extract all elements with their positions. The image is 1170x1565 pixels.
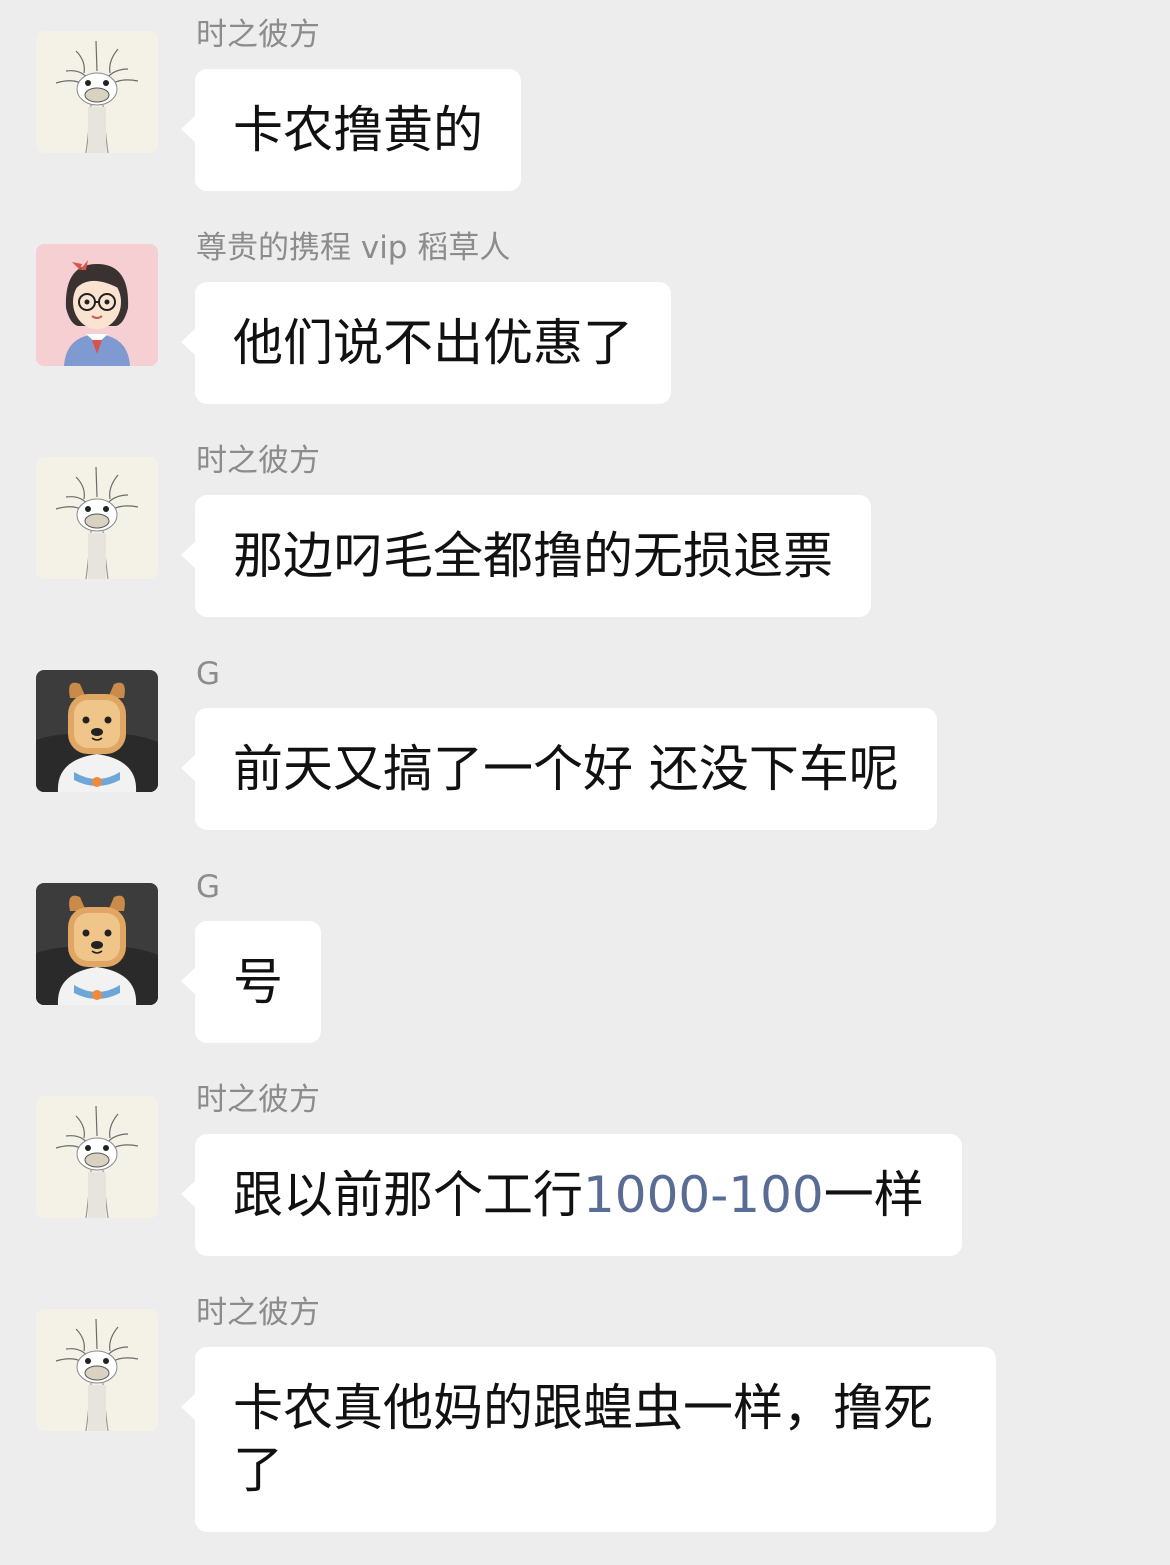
message-text: 那边叼毛全都撸的无损退票	[233, 527, 833, 585]
chat-messages: 时之彼方 卡农撸黄的 尊贵的携程 vip 稻草人 他们说不出优惠了 时之彼方 那…	[0, 0, 1170, 1565]
message-text-after: 一样	[823, 1166, 924, 1224]
message-bubble[interactable]: 卡农真他妈的跟蝗虫一样，撸死了	[181, 1347, 996, 1532]
ostrich-avatar[interactable]	[36, 1309, 158, 1431]
message-bubble[interactable]: 号	[181, 921, 321, 1043]
message-text: 他们说不出优惠了	[233, 314, 633, 372]
sender-name: 时之彼方	[196, 17, 320, 53]
message-bubble[interactable]: 他们说不出优惠了	[181, 282, 671, 404]
girl-avatar[interactable]	[36, 244, 158, 366]
number-link[interactable]: 1000-100	[583, 1166, 824, 1224]
ostrich-avatar[interactable]	[36, 1096, 158, 1218]
dog-avatar[interactable]	[36, 883, 158, 1005]
ostrich-avatar[interactable]	[36, 31, 158, 153]
ostrich-avatar[interactable]	[36, 457, 158, 579]
sender-name: G	[196, 869, 221, 905]
sender-name: 时之彼方	[196, 1295, 320, 1331]
message-bubble[interactable]: 卡农撸黄的	[181, 69, 521, 191]
dog-avatar[interactable]	[36, 670, 158, 792]
sender-name: 时之彼方	[196, 1082, 320, 1118]
message-bubble[interactable]: 那边叼毛全都撸的无损退票	[181, 495, 871, 617]
message-text: 前天又搞了一个好 还没下车呢	[233, 740, 899, 798]
message-bubble[interactable]: 跟以前那个工行1000-100一样	[181, 1134, 962, 1256]
message-text-before: 跟以前那个工行	[233, 1166, 583, 1224]
sender-name: 时之彼方	[196, 443, 320, 479]
sender-name: 尊贵的携程 vip 稻草人	[196, 230, 511, 266]
message-text: 卡农真他妈的跟蝗虫一样，撸死了	[233, 1379, 933, 1499]
message-bubble[interactable]: 前天又搞了一个好 还没下车呢	[181, 708, 937, 830]
message-text: 号	[233, 953, 283, 1011]
sender-name: G	[196, 656, 221, 692]
message-text: 卡农撸黄的	[233, 101, 483, 159]
